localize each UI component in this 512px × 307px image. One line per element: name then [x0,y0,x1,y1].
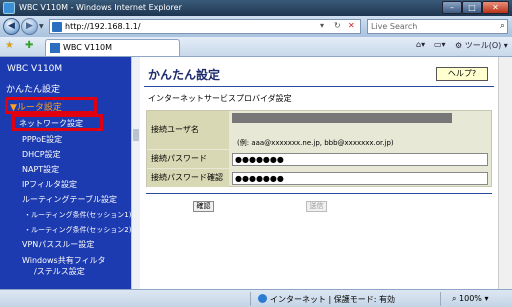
sidebar-brand: WBC V110M [7,64,63,74]
search-box[interactable]: Live Search ⌕ [367,19,508,34]
user-example: (例: aaa@xxxxxxx.ne.jp, bbb@xxxxxxx.or.jp… [237,139,394,147]
home-icon[interactable]: ⌂▾ [416,40,425,49]
address-bar[interactable]: http://192.168.1.1/ ▾ ↻ ✕ [49,19,361,34]
sidebar-item-routing-session2[interactable]: ・ルーティング条件(セッション2) [24,225,132,235]
address-toolbar: ◀ ▶ ▼ http://192.168.1.1/ ▾ ↻ ✕ Live Sea… [0,16,512,37]
internet-zone-icon [258,294,267,303]
tools-label: ツール(O) [464,41,502,50]
title-bar: WBC V110M - Windows Internet Explorer – … [0,0,512,16]
stop-icon[interactable]: ✕ [348,21,355,30]
sidebar-item-ip-filter[interactable]: IPフィルタ設定 [22,179,77,190]
section-label: インターネットサービスプロバイダ設定 [148,94,292,103]
sidebar-item-routing-session1[interactable]: ・ルーティング条件(セッション1) [24,210,132,220]
form-divider [146,193,492,194]
tab-toolbar: ★ ✚ WBC V110M ⌂▾ ▭▾ ⚙ ツール(O) ▾ [0,37,512,57]
forward-button[interactable]: ▶ [21,18,38,35]
url-text[interactable]: http://192.168.1.1/ [65,22,141,31]
tab-current[interactable]: WBC V110M [45,39,180,56]
sidebar-item-stealth[interactable]: /ステルス設定 [34,266,85,277]
password-label: 接続パスワード [147,150,229,168]
sidebar-router-settings[interactable]: ▼ルータ設定 [10,100,62,113]
sidebar-item-windows-share[interactable]: Windows共有フィルタ [22,255,106,266]
search-icon[interactable]: ⌕ [500,21,505,31]
refresh-icon[interactable]: ↻ [334,21,341,30]
title-divider [144,86,494,87]
minimize-button[interactable]: – [442,1,462,14]
address-dropdown-icon[interactable]: ▾ [320,21,324,30]
page-title: かんたん設定 [148,68,221,82]
page-menu-icon[interactable]: ▭▾ [434,40,446,49]
zoom-level: 100% [459,294,482,303]
password-confirm-label: 接続パスワード確認 [147,169,229,187]
tab-page-icon [50,43,60,53]
search-placeholder: Live Search [371,22,418,31]
sidebar-easy-setup[interactable]: かんたん設定 [6,82,60,95]
zoom-control[interactable]: ⌕ 100% ▾ [452,294,488,304]
window-title: WBC V110M - Windows Internet Explorer [19,3,182,12]
back-button[interactable]: ◀ [3,18,20,35]
send-button[interactable]: 送信 [306,201,327,212]
tools-menu[interactable]: ⚙ ツール(O) ▾ [455,40,508,51]
sidebar-item-pppoe[interactable]: PPPoE設定 [22,134,62,145]
status-bar: インターネット | 保護モード: 有効 ⌕ 100% ▾ [0,289,512,307]
sidebar-scrollbar[interactable] [131,57,140,289]
sidebar-item-network[interactable]: ネットワーク設定 [19,118,83,129]
main-panel: かんたん設定 ヘルプ? インターネットサービスプロバイダ設定 接続ユーザ名 (例… [140,57,498,289]
user-label: 接続ユーザ名 [147,111,229,149]
page-icon [52,22,62,32]
close-button[interactable]: ✕ [482,1,509,14]
page-content: WBC V110M かんたん設定 ▼ルータ設定 ネットワーク設定 PPPoE設定… [0,57,512,289]
isp-form: 接続ユーザ名 (例: aaa@xxxxxxx.ne.jp, bbb@xxxxxx… [146,110,492,187]
help-button[interactable]: ヘルプ? [436,67,488,81]
sidebar: WBC V110M かんたん設定 ▼ルータ設定 ネットワーク設定 PPPoE設定… [0,57,132,289]
status-separator [440,292,441,306]
password-confirm-input[interactable]: ●●●●●●● [232,172,488,185]
tab-label: WBC V110M [63,43,113,52]
favorites-star-icon[interactable]: ★ [5,40,14,51]
password-input[interactable]: ●●●●●●● [232,153,488,166]
status-separator [250,292,251,306]
add-favorite-icon[interactable]: ✚ [25,40,33,51]
sidebar-item-vpn-passthrough[interactable]: VPNパススルー設定 [22,239,94,250]
sidebar-item-napt[interactable]: NAPT設定 [22,164,59,175]
main-scrollbar[interactable] [498,57,512,289]
sidebar-item-routing-table[interactable]: ルーティングテーブル設定 [22,194,117,205]
sidebar-scroll-thumb[interactable] [133,129,139,141]
status-zone-text[interactable]: インターネット | 保護モード: 有効 [270,294,395,305]
sidebar-item-dhcp[interactable]: DHCP設定 [22,149,61,160]
ie-icon [3,2,15,14]
user-input[interactable] [232,113,452,123]
recent-pages-dropdown-icon[interactable]: ▼ [39,23,44,30]
maximize-button[interactable]: □ [462,1,482,14]
confirm-button[interactable]: 確認 [193,201,214,212]
